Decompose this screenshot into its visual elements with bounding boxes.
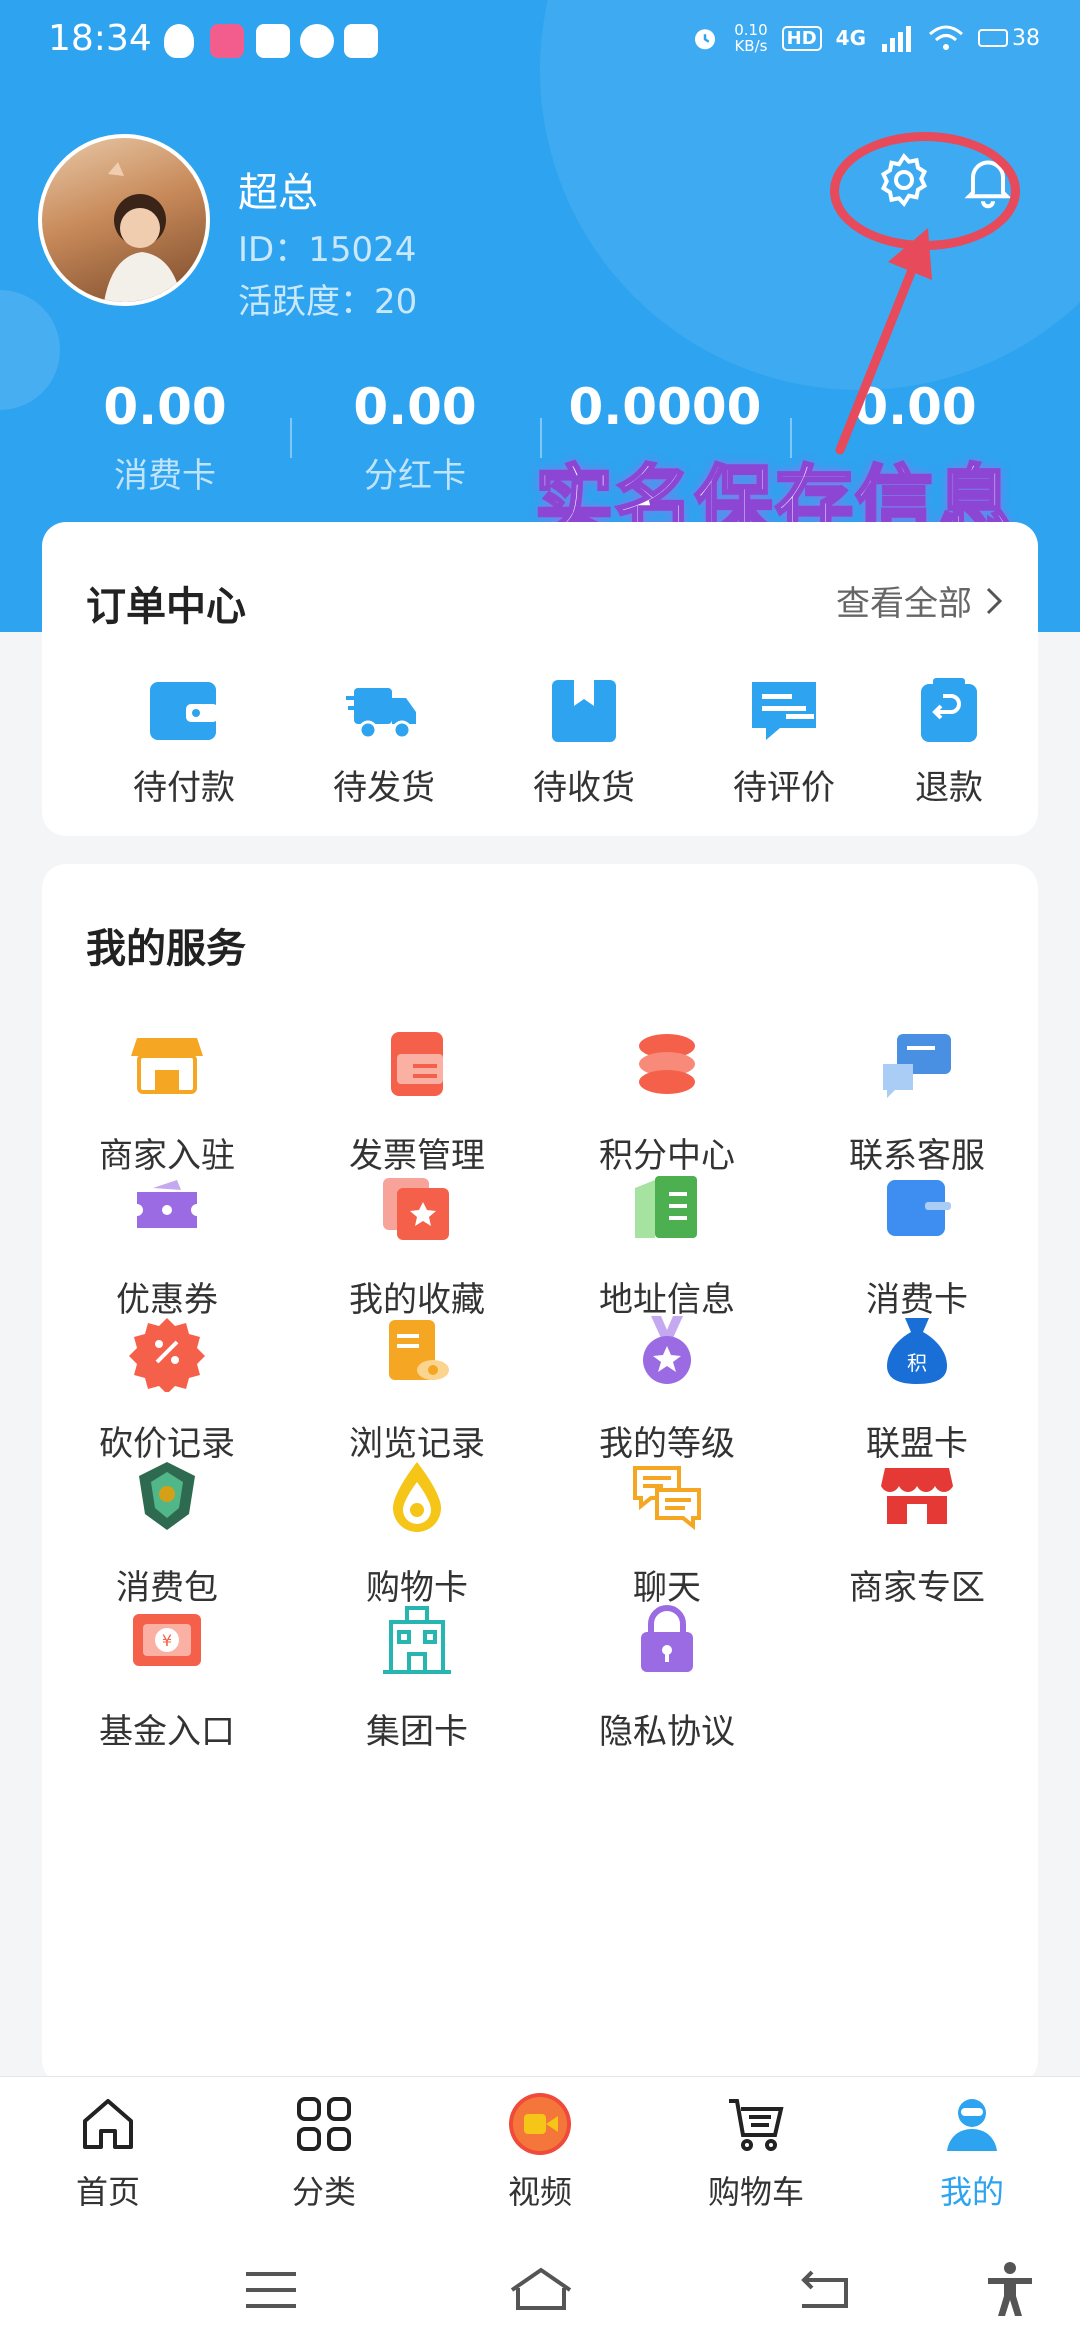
- my-services-title: 我的服务: [86, 926, 246, 972]
- coupon-icon: [137, 1180, 197, 1228]
- nav-category[interactable]: 分类: [216, 2091, 432, 2213]
- back-icon: [801, 2270, 848, 2308]
- service-fund-entry[interactable]: ¥ 基金入口: [42, 1600, 292, 1753]
- service-customer-support[interactable]: 联系客服: [792, 1024, 1042, 1177]
- lock-icon: [641, 1605, 693, 1672]
- order-pending-payment[interactable]: 待付款: [84, 672, 284, 809]
- emblem-icon: [139, 1462, 195, 1530]
- accessibility-icon: [988, 2262, 1032, 2316]
- home-outline-icon: [510, 2267, 572, 2310]
- home-icon: [83, 2099, 133, 2149]
- svg-text:¥: ¥: [162, 1631, 172, 1650]
- shop-icon: [881, 1468, 953, 1524]
- nav-video[interactable]: 视频: [432, 2091, 648, 2213]
- order-pending-review[interactable]: 待评价: [684, 672, 884, 809]
- service-merchant-entry[interactable]: 商家入驻: [42, 1024, 292, 1177]
- chat-bubbles-icon: [633, 1466, 701, 1531]
- coins-icon: [639, 1034, 695, 1094]
- service-favorites[interactable]: 我的收藏: [292, 1168, 542, 1321]
- building-icon: [383, 1606, 451, 1674]
- order-pending-receipt[interactable]: 待收货: [484, 672, 684, 809]
- service-invoice[interactable]: 发票管理: [292, 1024, 542, 1177]
- chat-icon: [883, 1034, 951, 1098]
- truck-icon: [346, 688, 416, 740]
- service-group-card[interactable]: 集团卡: [292, 1600, 542, 1753]
- grid-icon: [297, 2097, 351, 2151]
- medal-icon: [643, 1316, 691, 1384]
- video-icon: [509, 2093, 571, 2155]
- service-address-info[interactable]: 地址信息: [542, 1168, 792, 1321]
- service-bargain-records[interactable]: 砍价记录: [42, 1312, 292, 1465]
- service-points-center[interactable]: 积分中心: [542, 1024, 792, 1177]
- system-back-button[interactable]: [788, 2260, 858, 2320]
- invoice-icon: [391, 1032, 443, 1096]
- order-center-card: 订单中心 查看全部 待付款 待发货 待收货 待评价 退款: [42, 522, 1038, 836]
- discount-icon: [129, 1318, 205, 1392]
- service-coupons[interactable]: 优惠券: [42, 1168, 292, 1321]
- service-my-level[interactable]: 我的等级: [542, 1312, 792, 1465]
- address-book-icon: [635, 1176, 697, 1238]
- comment-icon: [752, 682, 816, 740]
- system-accessibility-button[interactable]: [980, 2260, 1050, 2320]
- history-icon: [389, 1320, 449, 1380]
- system-home-button[interactable]: [506, 2260, 576, 2320]
- card-icon: [887, 1180, 951, 1236]
- money-bag-icon: 积: [887, 1318, 947, 1384]
- drop-icon: [393, 1462, 441, 1532]
- service-consumption-package[interactable]: 消费包: [42, 1456, 292, 1609]
- refund-icon: [921, 678, 977, 742]
- nav-cart[interactable]: 购物车: [648, 2091, 864, 2213]
- service-alliance-card[interactable]: 积 联盟卡: [792, 1312, 1042, 1465]
- service-browse-history[interactable]: 浏览记录: [292, 1312, 542, 1465]
- chevron-right-icon: [986, 587, 1003, 614]
- service-merchant-zone[interactable]: 商家专区: [792, 1456, 1042, 1609]
- nav-profile[interactable]: 我的: [864, 2091, 1080, 2213]
- nav-home[interactable]: 首页: [0, 2091, 216, 2213]
- service-chat[interactable]: 聊天: [542, 1456, 792, 1609]
- package-icon: [552, 680, 616, 742]
- bottom-navigation: 首页 分类 视频 购物车 我的: [0, 2076, 1080, 2236]
- my-services-card: 我的服务 商家入驻 发票管理 积分中心 联系客服 优惠券 我的收藏 地址信息 消…: [42, 864, 1038, 2084]
- menu-icon: [246, 2272, 296, 2308]
- favorite-icon: [383, 1178, 449, 1240]
- cart-icon: [729, 2099, 784, 2151]
- service-privacy-policy[interactable]: 隐私协议: [542, 1600, 792, 1753]
- order-pending-shipment[interactable]: 待发货: [284, 672, 484, 809]
- service-consumption-card[interactable]: 消费卡: [792, 1168, 1042, 1321]
- wallet-icon: [150, 682, 218, 740]
- service-shopping-card[interactable]: 购物卡: [292, 1456, 542, 1609]
- store-icon: [131, 1038, 203, 1094]
- svg-text:积: 积: [907, 1351, 927, 1375]
- fund-icon: ¥: [133, 1614, 201, 1666]
- view-all-orders-link[interactable]: 查看全部: [836, 576, 1004, 625]
- order-center-title: 订单中心: [86, 584, 246, 630]
- profile-icon: [947, 2099, 997, 2151]
- system-navigation-bar: [0, 2236, 1080, 2340]
- order-refund[interactable]: 退款: [884, 672, 1014, 809]
- system-menu-button[interactable]: [236, 2260, 306, 2320]
